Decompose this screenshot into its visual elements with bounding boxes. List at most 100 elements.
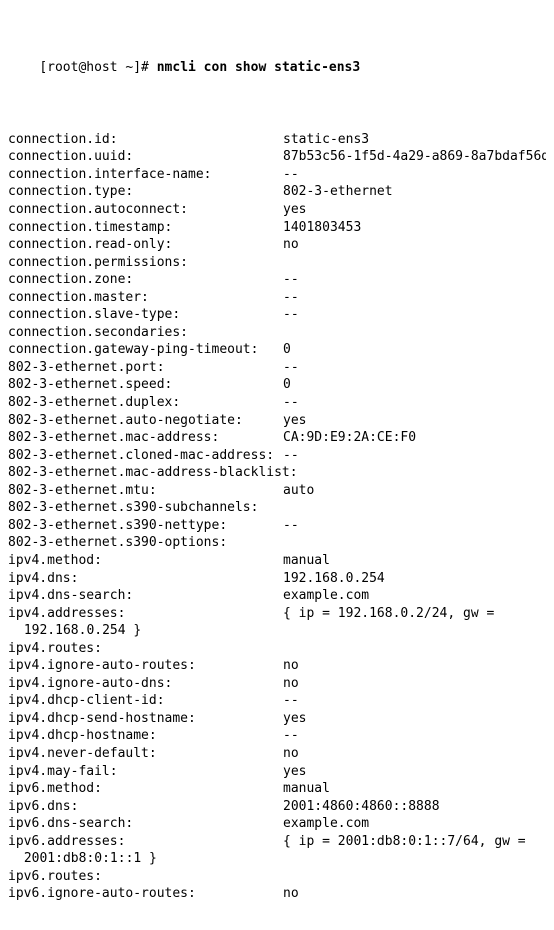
property-key: ipv4.dns: bbox=[8, 570, 283, 588]
output-row: connection.slave-type:-- bbox=[8, 306, 546, 324]
output-row: connection.timestamp:1401803453 bbox=[8, 219, 546, 237]
property-key: connection.master: bbox=[8, 289, 283, 307]
output-row: ipv4.method:manual bbox=[8, 552, 546, 570]
property-value: example.com bbox=[283, 815, 546, 833]
output-row: connection.zone:-- bbox=[8, 271, 546, 289]
command-line: [root@host ~]# nmcli con show static-ens… bbox=[8, 41, 546, 94]
shell-command: nmcli con show static-ens3 bbox=[157, 60, 361, 75]
output-row: 802-3-ethernet.mac-address-blacklist: bbox=[8, 464, 546, 482]
property-key: 802-3-ethernet.port: bbox=[8, 359, 283, 377]
property-key: connection.autoconnect: bbox=[8, 201, 283, 219]
output-row: ipv4.may-fail:yes bbox=[8, 763, 546, 781]
output-row: connection.permissions: bbox=[8, 254, 546, 272]
property-value: { ip = 2001:db8:0:1::7/64, gw = bbox=[283, 833, 546, 851]
output-row: ipv4.routes: bbox=[8, 640, 546, 658]
property-value: -- bbox=[283, 517, 546, 535]
output-row: connection.read-only:no bbox=[8, 236, 546, 254]
property-key: ipv6.method: bbox=[8, 780, 283, 798]
output-row: 802-3-ethernet.duplex:-- bbox=[8, 394, 546, 412]
output-row: ipv4.dhcp-client-id:-- bbox=[8, 692, 546, 710]
output-row: 802-3-ethernet.s390-options: bbox=[8, 534, 546, 552]
output-row: ipv4.dhcp-send-hostname:yes bbox=[8, 710, 546, 728]
property-value bbox=[283, 640, 546, 658]
property-key: 802-3-ethernet.s390-subchannels: bbox=[8, 499, 283, 517]
output-row: ipv6.ignore-auto-routes:no bbox=[8, 885, 546, 903]
property-value: -- bbox=[283, 306, 546, 324]
output-row: connection.interface-name:-- bbox=[8, 166, 546, 184]
property-value: 802-3-ethernet bbox=[283, 183, 546, 201]
output-row: ipv4.dhcp-hostname:-- bbox=[8, 727, 546, 745]
property-value: no bbox=[283, 885, 546, 903]
output-row: ipv4.dns-search:example.com bbox=[8, 587, 546, 605]
property-value: -- bbox=[283, 394, 546, 412]
property-key: 802-3-ethernet.mac-address-blacklist: bbox=[8, 464, 283, 482]
property-value-continuation: 2001:db8:0:1::1 } bbox=[8, 850, 546, 868]
property-key: ipv6.ignore-auto-routes: bbox=[8, 885, 283, 903]
property-value bbox=[283, 324, 546, 342]
output-row: ipv4.dns:192.168.0.254 bbox=[8, 570, 546, 588]
output-row: connection.type:802-3-ethernet bbox=[8, 183, 546, 201]
property-value: yes bbox=[283, 201, 546, 219]
property-key: ipv4.dhcp-hostname: bbox=[8, 727, 283, 745]
property-key: 802-3-ethernet.s390-nettype: bbox=[8, 517, 283, 535]
property-value: example.com bbox=[283, 587, 546, 605]
property-value: no bbox=[283, 657, 546, 675]
property-value bbox=[283, 464, 546, 482]
property-value bbox=[283, 868, 546, 886]
property-value: -- bbox=[283, 289, 546, 307]
output-row: 802-3-ethernet.speed:0 bbox=[8, 376, 546, 394]
output-row: connection.secondaries: bbox=[8, 324, 546, 342]
output-row: 802-3-ethernet.cloned-mac-address:-- bbox=[8, 447, 546, 465]
property-value: no bbox=[283, 745, 546, 763]
output-row: connection.uuid:87b53c56-1f5d-4a29-a869-… bbox=[8, 148, 546, 166]
property-key: ipv4.method: bbox=[8, 552, 283, 570]
property-key: 802-3-ethernet.auto-negotiate: bbox=[8, 412, 283, 430]
property-value: -- bbox=[283, 447, 546, 465]
property-key: connection.type: bbox=[8, 183, 283, 201]
property-key: connection.secondaries: bbox=[8, 324, 283, 342]
output-row: ipv4.never-default:no bbox=[8, 745, 546, 763]
property-value: no bbox=[283, 236, 546, 254]
property-key: 802-3-ethernet.speed: bbox=[8, 376, 283, 394]
output-row: ipv4.addresses:{ ip = 192.168.0.2/24, gw… bbox=[8, 605, 546, 623]
output-row: ipv6.addresses:{ ip = 2001:db8:0:1::7/64… bbox=[8, 833, 546, 851]
property-key: 802-3-ethernet.mtu: bbox=[8, 482, 283, 500]
property-key: ipv6.dns-search: bbox=[8, 815, 283, 833]
property-key: connection.read-only: bbox=[8, 236, 283, 254]
property-key: ipv6.dns: bbox=[8, 798, 283, 816]
property-value: CA:9D:E9:2A:CE:F0 bbox=[283, 429, 546, 447]
output-row: ipv4.ignore-auto-dns:no bbox=[8, 675, 546, 693]
property-key: connection.slave-type: bbox=[8, 306, 283, 324]
property-value: 87b53c56-1f5d-4a29-a869-8a7bdaf56dfa bbox=[283, 148, 546, 166]
property-key: 802-3-ethernet.s390-options: bbox=[8, 534, 283, 552]
property-value bbox=[283, 254, 546, 272]
output-row: connection.master:-- bbox=[8, 289, 546, 307]
property-value: static-ens3 bbox=[283, 131, 546, 149]
property-key: connection.permissions: bbox=[8, 254, 283, 272]
property-key: ipv4.dhcp-send-hostname: bbox=[8, 710, 283, 728]
output-row: ipv4.ignore-auto-routes:no bbox=[8, 657, 546, 675]
property-value: 0 bbox=[283, 341, 546, 359]
property-key: ipv4.ignore-auto-routes: bbox=[8, 657, 283, 675]
property-value: -- bbox=[283, 166, 546, 184]
output-rows: connection.id:static-ens3connection.uuid… bbox=[8, 131, 546, 903]
output-row: connection.gateway-ping-timeout:0 bbox=[8, 341, 546, 359]
property-value: auto bbox=[283, 482, 546, 500]
property-value: -- bbox=[283, 727, 546, 745]
property-key: connection.gateway-ping-timeout: bbox=[8, 341, 283, 359]
output-row: 802-3-ethernet.s390-nettype:-- bbox=[8, 517, 546, 535]
property-key: ipv4.may-fail: bbox=[8, 763, 283, 781]
property-key: connection.timestamp: bbox=[8, 219, 283, 237]
output-row: ipv6.routes: bbox=[8, 868, 546, 886]
output-row: 802-3-ethernet.port:-- bbox=[8, 359, 546, 377]
property-value: no bbox=[283, 675, 546, 693]
property-value bbox=[283, 534, 546, 552]
property-value: 2001:4860:4860::8888 bbox=[283, 798, 546, 816]
output-row: ipv6.dns:2001:4860:4860::8888 bbox=[8, 798, 546, 816]
property-key: ipv4.routes: bbox=[8, 640, 283, 658]
property-value: yes bbox=[283, 710, 546, 728]
output-row: connection.id:static-ens3 bbox=[8, 131, 546, 149]
property-key: 802-3-ethernet.mac-address: bbox=[8, 429, 283, 447]
property-key: connection.id: bbox=[8, 131, 283, 149]
property-key: ipv4.never-default: bbox=[8, 745, 283, 763]
